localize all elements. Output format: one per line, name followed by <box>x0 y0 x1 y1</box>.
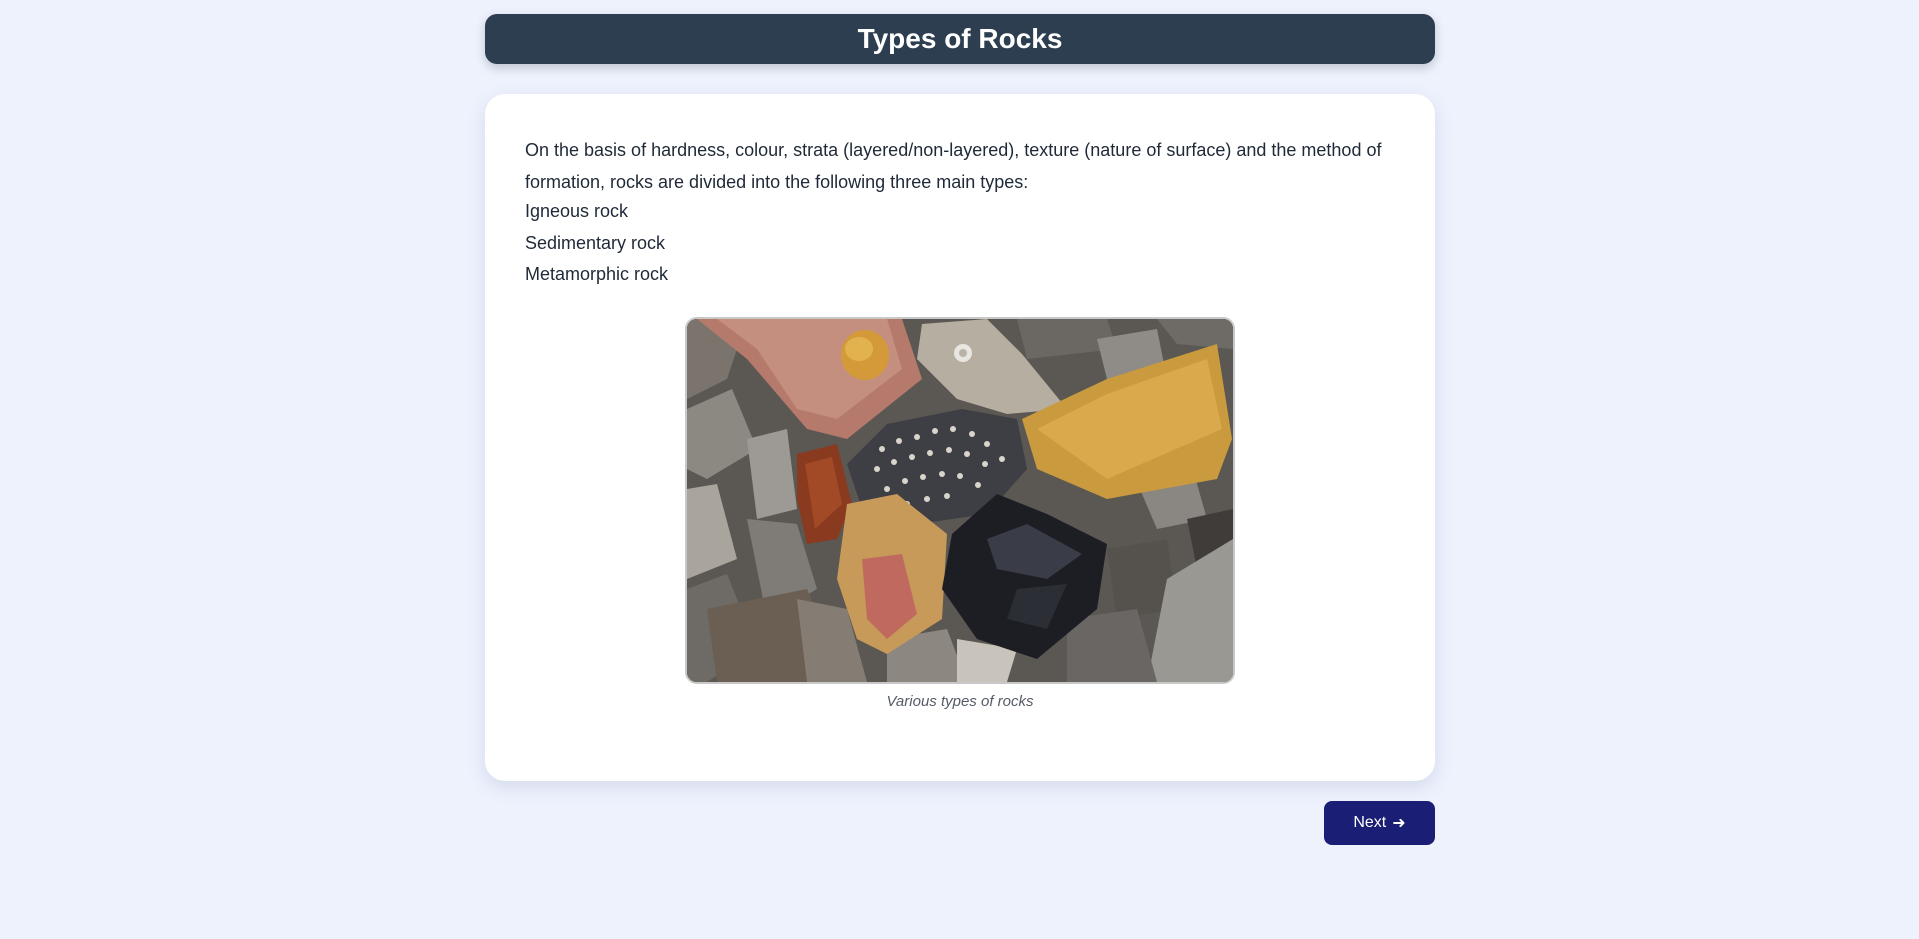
intro-paragraph: On the basis of hardness, colour, strata… <box>525 140 1382 192</box>
rocks-photo-illustration <box>687 319 1233 682</box>
image-caption: Various types of rocks <box>886 693 1034 710</box>
content-card: On the basis of hardness, colour, strata… <box>485 94 1435 781</box>
page-title: Types of Rocks <box>857 23 1063 54</box>
rock-type-item: Sedimentary rock <box>525 232 666 253</box>
page-header: Types of Rocks <box>485 14 1435 64</box>
rocks-image <box>685 317 1235 684</box>
rock-type-list: Igneous rock Sedimentary rock Metamorphi… <box>525 196 668 291</box>
rock-type-item: Metamorphic rock <box>525 264 669 284</box>
next-button[interactable]: Next ➜ <box>1324 801 1435 845</box>
next-button-label: Next <box>1353 814 1387 831</box>
arrow-right-icon: ➜ <box>1392 815 1406 832</box>
rock-type-item: Igneous rock <box>525 201 629 221</box>
